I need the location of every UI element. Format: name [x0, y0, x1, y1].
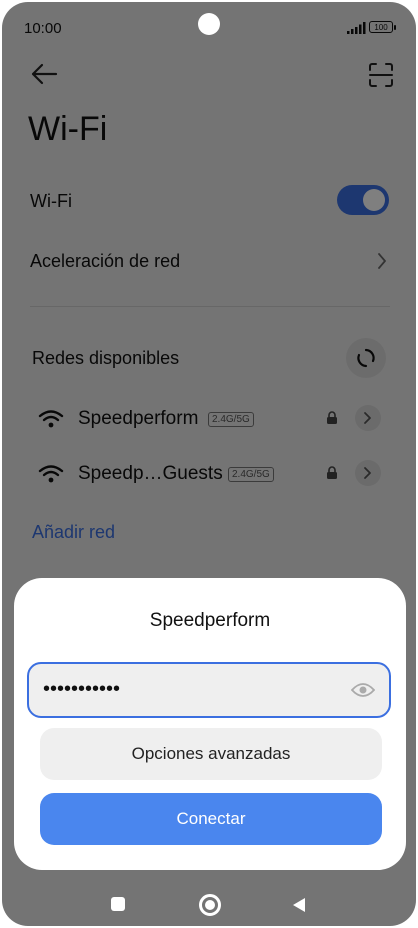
home-button[interactable] — [199, 894, 221, 916]
navigation-bar — [2, 884, 416, 926]
advanced-options-button[interactable]: Opciones avanzadas — [40, 728, 382, 780]
back-triangle-icon[interactable] — [291, 896, 307, 914]
recents-button[interactable] — [111, 897, 125, 911]
eye-icon[interactable] — [351, 681, 375, 699]
password-field[interactable]: ••••••••••• — [27, 662, 391, 718]
password-value: ••••••••••• — [43, 678, 121, 700]
screen: 10:00 100 Wi-Fi Wi-Fi Aceleración de red — [2, 2, 416, 926]
connect-button[interactable]: Conectar — [40, 793, 382, 845]
phone-frame: 10:00 100 Wi-Fi Wi-Fi Aceleración de red — [0, 0, 418, 928]
camera-cutout — [198, 13, 220, 35]
dialog-title: Speedperform — [149, 610, 271, 631]
connect-dialog: Speedperform ••••••••••• Opciones avanza… — [14, 578, 406, 870]
